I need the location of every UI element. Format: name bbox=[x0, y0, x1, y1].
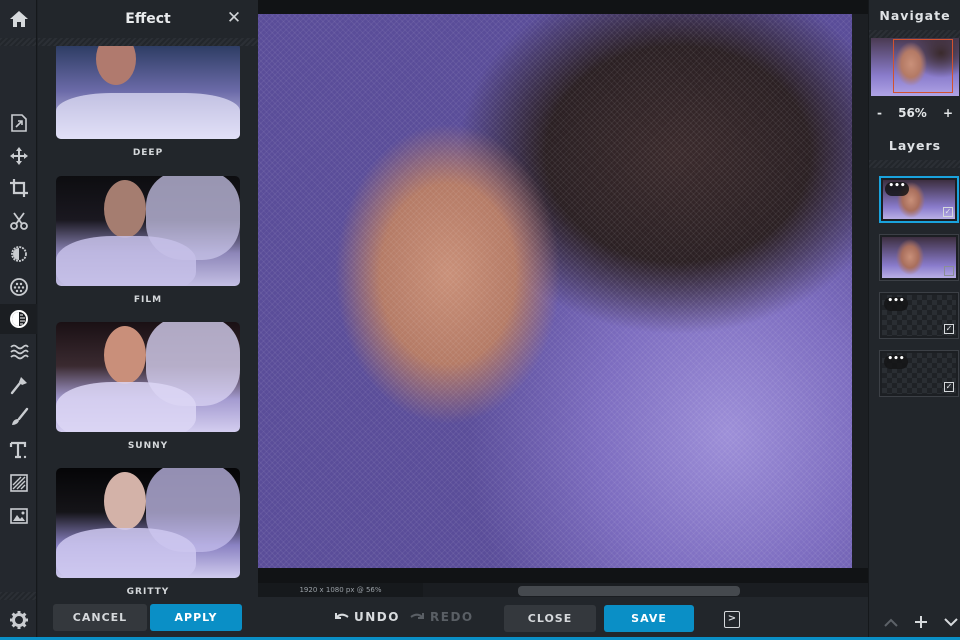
chevron-up-icon[interactable] bbox=[883, 616, 899, 628]
layer-item[interactable]: ••• ✓ bbox=[879, 292, 959, 339]
tool-retouch[interactable] bbox=[0, 370, 37, 400]
undo-icon bbox=[335, 613, 349, 619]
image-size-status: 1920 x 1080 px @ 56% bbox=[258, 583, 423, 597]
redo-label: REDO bbox=[430, 610, 474, 624]
close-button[interactable]: CLOSE bbox=[504, 605, 596, 632]
panel-title: Effect bbox=[125, 11, 171, 27]
effect-item-gritty[interactable]: GRITTY bbox=[56, 468, 240, 594]
apply-button[interactable]: APPLY bbox=[150, 604, 242, 631]
tool-draw[interactable] bbox=[0, 402, 37, 432]
cancel-button[interactable]: CANCEL bbox=[53, 604, 147, 631]
layer-item[interactable]: ••• ✓ bbox=[879, 350, 959, 397]
divider bbox=[38, 38, 258, 46]
effect-thumbnail bbox=[56, 322, 240, 432]
settings-button[interactable] bbox=[0, 605, 37, 635]
effect-label: SUNNY bbox=[127, 441, 169, 451]
tool-sidebar bbox=[0, 0, 37, 637]
tool-crop[interactable] bbox=[0, 173, 37, 203]
toggle-panel-icon[interactable]: > bbox=[724, 611, 740, 628]
zoom-out-button[interactable]: - bbox=[877, 106, 882, 120]
tool-cut[interactable] bbox=[0, 206, 37, 236]
photo-texture bbox=[258, 14, 852, 568]
tool-filter[interactable] bbox=[0, 272, 37, 302]
right-panel: Navigate - 56% + Layers ••• ✓ ••• ✓ ••• bbox=[868, 0, 960, 637]
chevron-down-icon[interactable] bbox=[943, 616, 959, 628]
tool-liquify[interactable] bbox=[0, 337, 37, 367]
save-button[interactable]: SAVE bbox=[604, 605, 694, 632]
home-icon bbox=[9, 11, 28, 27]
navigator-viewport[interactable] bbox=[893, 39, 953, 93]
navigator-thumbnail[interactable] bbox=[871, 38, 959, 96]
effect-list: DEEP FILM SUNNY GRITTY bbox=[38, 46, 258, 594]
divider bbox=[869, 30, 960, 38]
effect-label: FILM bbox=[133, 295, 163, 305]
image-icon bbox=[9, 508, 28, 524]
layer-visibility-checkbox[interactable]: ✓ bbox=[944, 324, 954, 334]
scissors-icon bbox=[9, 212, 28, 230]
tool-effect[interactable] bbox=[0, 304, 37, 334]
redo-button[interactable]: REDO bbox=[410, 607, 474, 627]
divider bbox=[0, 592, 36, 600]
undo-button[interactable]: UNDO bbox=[334, 607, 400, 627]
divider bbox=[869, 160, 960, 168]
effect-item-film[interactable]: FILM bbox=[56, 176, 240, 305]
photo-editor-app: Effect ✕ DEEP FILM SUNNY GRITTY CANCEL A… bbox=[0, 0, 960, 640]
photo-canvas[interactable] bbox=[258, 14, 852, 568]
status-bar: 1920 x 1080 px @ 56% bbox=[258, 583, 868, 597]
layer-visibility-checkbox[interactable]: ✓ bbox=[943, 207, 953, 217]
layer-menu-icon[interactable]: ••• bbox=[885, 182, 909, 196]
layer-menu-icon[interactable]: ••• bbox=[884, 355, 908, 369]
layers-title: Layers bbox=[888, 137, 942, 153]
layer-item[interactable]: ••• ✓ bbox=[879, 176, 959, 223]
layer-actions bbox=[883, 612, 959, 632]
effect-panel: Effect ✕ DEEP FILM SUNNY GRITTY CANCEL A… bbox=[38, 0, 258, 637]
effect-label: GRITTY bbox=[126, 587, 170, 594]
effect-thumbnail bbox=[56, 468, 240, 578]
undo-label: UNDO bbox=[354, 610, 400, 624]
tool-adjust[interactable] bbox=[0, 239, 37, 269]
zoom-controls: - 56% + bbox=[869, 100, 960, 126]
tool-resize[interactable] bbox=[0, 108, 37, 138]
layer-menu-icon[interactable]: ••• bbox=[884, 297, 908, 311]
zoom-in-button[interactable]: + bbox=[943, 106, 953, 120]
bottom-action-bar: UNDO REDO CLOSE SAVE > bbox=[258, 597, 868, 637]
adjust-icon bbox=[10, 246, 27, 262]
gear-icon bbox=[9, 611, 28, 629]
canvas-area: 1920 x 1080 px @ 56% bbox=[258, 0, 868, 597]
navigate-title: Navigate bbox=[879, 7, 951, 23]
vertical-scrollbar[interactable] bbox=[852, 14, 868, 568]
stripes-icon bbox=[9, 474, 28, 492]
layer-visibility-checkbox[interactable] bbox=[944, 266, 954, 276]
tool-add-image[interactable] bbox=[0, 501, 37, 531]
wave-icon bbox=[9, 344, 29, 360]
panel-footer: CANCEL APPLY bbox=[38, 596, 258, 637]
paint-brush-icon bbox=[11, 407, 28, 425]
tool-text[interactable] bbox=[0, 435, 37, 465]
effect-item-sunny[interactable]: SUNNY bbox=[56, 322, 240, 451]
effect-thumbnail bbox=[56, 46, 240, 139]
tool-overlay[interactable] bbox=[0, 468, 37, 498]
redo-icon bbox=[410, 613, 424, 619]
text-icon bbox=[9, 441, 26, 459]
effect-icon bbox=[9, 310, 28, 328]
resize-icon bbox=[10, 114, 27, 132]
layer-item[interactable] bbox=[879, 234, 959, 281]
retouch-brush-icon bbox=[10, 377, 27, 395]
horizontal-scrollbar-thumb[interactable] bbox=[518, 586, 740, 596]
add-layer-icon[interactable] bbox=[913, 614, 929, 630]
zoom-level: 56% bbox=[898, 106, 927, 120]
divider bbox=[0, 38, 36, 46]
effect-thumbnail bbox=[56, 176, 240, 286]
move-icon bbox=[9, 147, 28, 165]
effect-item-deep[interactable]: DEEP bbox=[56, 46, 240, 158]
tool-move[interactable] bbox=[0, 141, 37, 171]
close-icon[interactable]: ✕ bbox=[226, 10, 242, 27]
crop-icon bbox=[9, 179, 28, 197]
effect-label: DEEP bbox=[132, 148, 164, 158]
home-button[interactable] bbox=[0, 4, 37, 34]
layer-visibility-checkbox[interactable]: ✓ bbox=[944, 382, 954, 392]
filter-icon bbox=[9, 278, 28, 296]
